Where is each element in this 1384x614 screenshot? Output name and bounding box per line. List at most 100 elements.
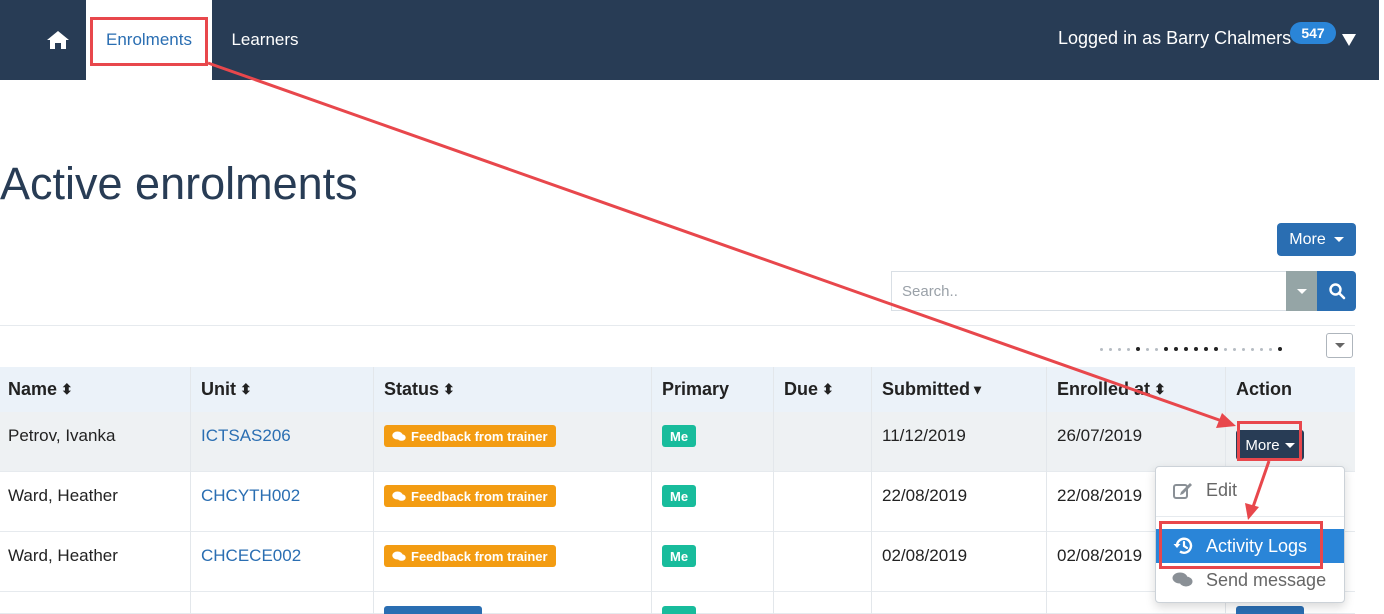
cell-enrolled-at: 02/08/2019 [1057,546,1143,565]
col-header-status[interactable]: Status ⬍ [384,367,455,412]
primary-badge [662,606,696,614]
column-divider [1046,367,1047,614]
col-header-unit[interactable]: Unit ⬍ [201,367,252,412]
cell-status: Feedback from trainer [384,412,556,460]
search-options-toggle[interactable] [1286,271,1317,311]
sort-icon: ⬍ [443,381,455,397]
row-more-button[interactable] [1236,606,1304,614]
col-header-enrolled-at[interactable]: Enrolled at ⬍ [1057,367,1166,412]
indicator-dot [1146,347,1149,351]
indicator-dot [1136,347,1140,351]
col-header-primary: Primary [662,367,729,412]
cell-submitted: 11/12/2019 [882,426,966,445]
annotation-highlight-more-button [1237,421,1302,461]
column-divider [773,367,774,614]
menu-item-label: Edit [1206,479,1238,500]
indicator-dot [1251,347,1254,351]
logged-in-user[interactable]: Logged in as Barry Chalmers [1058,28,1291,49]
indicator-dot [1260,347,1263,351]
indicator-dot [1233,347,1236,351]
table-row: Ward, Heather CHCECE002 Feedback from tr… [0,532,1355,592]
cell-primary: Me [662,472,697,520]
indicator-dot [1269,347,1272,351]
chevron-down-icon [1296,288,1307,294]
primary-badge: Me [662,545,697,567]
column-divider [373,367,374,614]
search-button[interactable] [1317,271,1356,311]
column-divider [871,367,872,614]
col-header-action: Action [1236,367,1292,412]
menu-item-edit[interactable]: Edit [1156,473,1344,507]
chevron-down-icon [1333,237,1344,242]
primary-badge: Me [662,425,697,447]
menu-divider [1156,516,1344,517]
sort-icon: ⬍ [240,381,252,397]
col-header-label: Status [384,379,440,399]
status-badge-label: Feedback from trainer [411,548,548,564]
column-divider [651,367,652,614]
sort-icon: ⬍ [61,381,73,397]
indicator-dot [1224,347,1227,351]
status-badge [384,606,482,614]
column-scroll-indicator [1100,347,1282,351]
col-header-label: Action [1236,379,1292,399]
indicator-dot [1278,347,1282,351]
indicator-dot [1127,347,1130,351]
cell-primary: Me [662,412,697,460]
indicator-dot [1242,347,1245,351]
section-divider [0,325,1355,326]
cell-unit-link[interactable]: ICTSAS206 [201,412,291,460]
indicator-dot [1155,347,1158,351]
comments-icon [392,551,406,561]
indicator-dot [1204,347,1208,351]
indicator-dot [1214,347,1218,351]
indicator-dot [1164,347,1168,351]
status-badge: Feedback from trainer [384,545,556,567]
primary-badge: Me [662,485,697,507]
col-header-name[interactable]: Name ⬍ [8,367,73,412]
cell-unit-link[interactable]: CHCECE002 [201,532,301,580]
status-badge-label: Feedback from trainer [411,428,548,444]
page-more-button[interactable]: More [1277,223,1356,256]
col-header-label: Enrolled at [1057,379,1151,399]
indicator-dot [1174,347,1178,351]
menu-item-label: Send message [1206,569,1327,590]
chevron-down-icon [1334,343,1345,348]
table-header: Name ⬍ Unit ⬍ Status ⬍ Primary Due ⬍ Submitt… [0,367,1355,412]
search-box [891,271,1286,311]
col-header-label: Unit [201,379,236,399]
status-badge: Feedback from trainer [384,485,556,507]
indicator-dot [1100,347,1103,351]
cell-unit-link[interactable]: CHCYTH002 [201,472,300,520]
annotation-highlight-enrolments [90,17,208,66]
col-header-label: Name [8,379,58,399]
col-header-submitted[interactable]: Submitted ▾ [882,367,981,412]
search-input[interactable] [892,272,1286,310]
page-title: Active enrolments [0,158,358,209]
column-divider [190,367,191,614]
notification-badge[interactable]: 547 [1290,22,1336,44]
cell-submitted: 02/08/2019 [882,546,968,565]
nav-tab-learners[interactable]: Learners [228,0,302,80]
home-icon[interactable] [44,26,72,54]
indicator-dot [1118,347,1121,351]
sort-icon: ⬍ [822,381,834,397]
cell-enrolled-at: 22/08/2019 [1057,486,1143,505]
col-header-due[interactable]: Due ⬍ [784,367,834,412]
col-header-label: Due [784,379,819,399]
page-more-label: More [1289,230,1326,248]
annotation-highlight-activity-logs [1159,521,1323,569]
user-menu-caret-icon[interactable] [1340,30,1358,48]
indicator-dot [1109,347,1112,351]
cell-submitted: 22/08/2019 [882,486,968,505]
search-icon [1328,283,1345,300]
columns-toggle-button[interactable] [1326,333,1353,358]
indicator-dot [1194,347,1198,351]
sort-icon: ⬍ [1154,381,1166,397]
cell-enrolled-at: 26/07/2019 [1057,426,1143,445]
comments-icon [392,431,406,441]
cell-name: Ward, Heather [8,486,118,505]
cell-primary: Me [662,532,697,580]
status-badge: Feedback from trainer [384,425,556,447]
edit-icon [1173,483,1192,499]
